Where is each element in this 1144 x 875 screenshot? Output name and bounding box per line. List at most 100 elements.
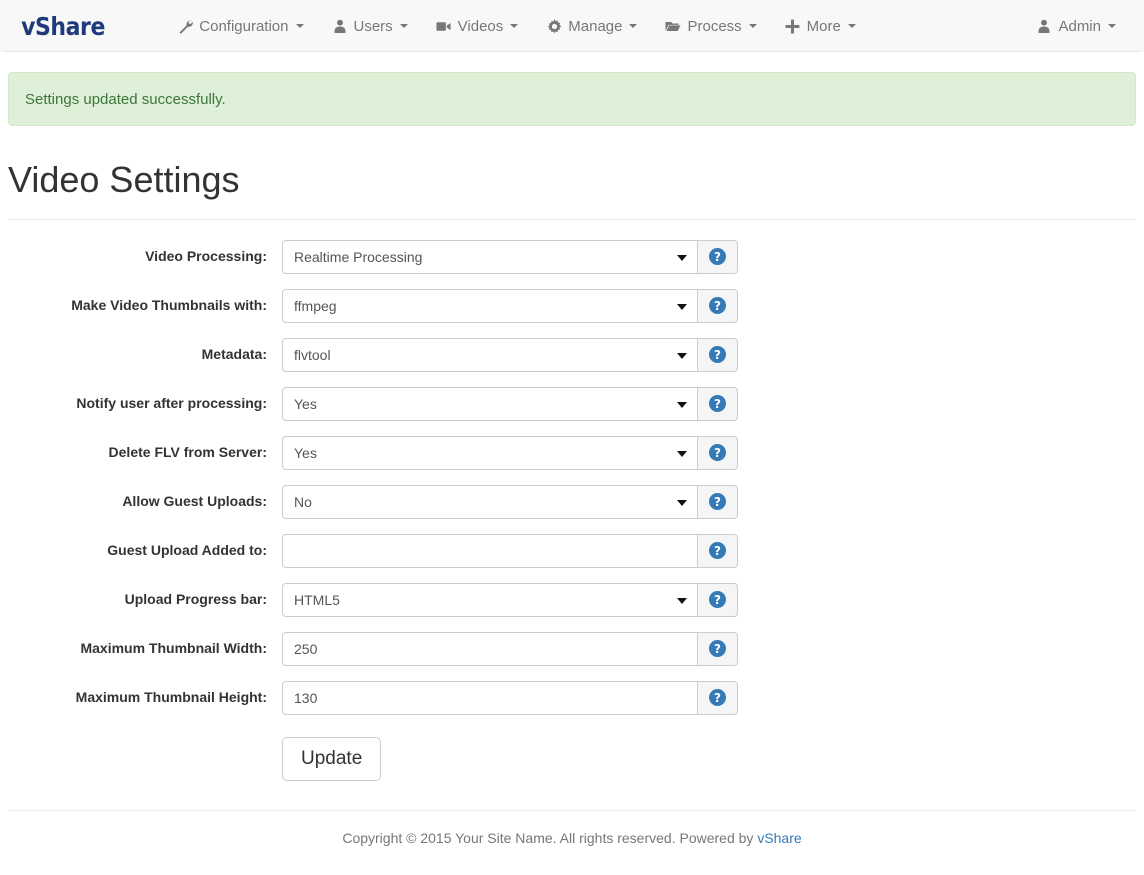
nav-item-label: Admin	[1058, 17, 1101, 35]
chevron-down-icon	[295, 24, 304, 28]
nav-item-label: Manage	[568, 17, 623, 35]
video-settings-form: Video Processing: Realtime Processing? Mak…	[0, 239, 1144, 781]
select-upload-progress-bar[interactable]: HTML5	[282, 582, 698, 617]
alert-message: Settings updated successfully.	[25, 90, 226, 108]
help-button-delete-flv-from-server[interactable]: ?	[698, 435, 738, 470]
question-mark-icon: ?	[709, 640, 726, 658]
field-label-video-processing: Video Processing:	[145, 247, 267, 264]
nav-item-configuration[interactable]: Configuration	[163, 0, 317, 52]
select-allow-guest-uploads[interactable]: No	[282, 484, 698, 519]
question-mark-icon: ?	[709, 591, 726, 609]
input-group-metadata: flvtool?	[282, 337, 738, 372]
chevron-down-icon	[629, 24, 638, 28]
field-label-upload-progress-bar: Upload Progress bar:	[124, 590, 267, 607]
text-input-guest-upload-added-to[interactable]	[282, 533, 698, 568]
page-header: Video Settings	[8, 160, 1136, 220]
gear-icon	[546, 18, 562, 34]
form-actions: Update	[0, 736, 1144, 781]
navbar-right: Admin	[1022, 0, 1144, 51]
chevron-down-icon	[399, 24, 408, 28]
navbar-items: Configuration Users Videos Manage Proces…	[163, 0, 870, 51]
help-button-upload-progress-bar[interactable]: ?	[698, 582, 738, 617]
user-icon	[1036, 18, 1052, 34]
input-group-make-video-thumbnails-with: ffmpeg?	[282, 288, 738, 323]
form-actions-spacer	[0, 737, 282, 781]
input-group-guest-upload-added-to: ?	[282, 533, 738, 568]
input-group-video-processing: Realtime Processing?	[282, 239, 738, 274]
question-mark-icon: ?	[709, 542, 726, 560]
nav-item-label: Configuration	[199, 17, 289, 35]
field-label-metadata: Metadata:	[201, 345, 267, 362]
select-make-video-thumbnails-with[interactable]: ffmpeg	[282, 288, 698, 323]
chevron-down-icon	[1108, 24, 1116, 28]
input-group-upload-progress-bar: HTML5?	[282, 582, 738, 617]
nav-item-label: Users	[353, 17, 393, 35]
input-group-delete-flv-from-server: Yes?	[282, 435, 738, 470]
text-input-maximum-thumbnail-height[interactable]: 130	[282, 680, 698, 715]
chevron-down-icon	[748, 24, 757, 28]
input-group-maximum-thumbnail-width: 250?	[282, 631, 738, 666]
nav-item-label: Process	[687, 17, 742, 35]
field-label-allow-guest-uploads: Allow Guest Uploads:	[122, 492, 267, 509]
update-button[interactable]: Update	[282, 736, 382, 781]
folder-open-icon	[665, 18, 681, 34]
video-camera-icon	[436, 18, 452, 34]
select-metadata[interactable]: flvtool	[282, 337, 698, 372]
nav-item-manage[interactable]: Manage	[532, 0, 651, 52]
chevron-down-icon	[847, 24, 856, 28]
field-label-maximum-thumbnail-height: Maximum Thumbnail Height:	[75, 688, 267, 705]
select-notify-user-after-processing[interactable]: Yes	[282, 386, 698, 421]
select-video-processing[interactable]: Realtime Processing	[282, 239, 698, 274]
nav-item-label: Videos	[457, 17, 504, 35]
form-row-maximum-thumbnail-height: Maximum Thumbnail Height: 130?	[0, 680, 1144, 715]
help-button-maximum-thumbnail-height[interactable]: ?	[698, 680, 738, 715]
question-mark-icon: ?	[709, 493, 726, 511]
form-row-metadata: Metadata: flvtool?	[0, 337, 1144, 372]
question-mark-icon: ?	[709, 346, 726, 364]
page-title: Video Settings	[8, 159, 240, 200]
text-input-maximum-thumbnail-width[interactable]: 250	[282, 631, 698, 666]
question-mark-icon: ?	[709, 248, 726, 266]
form-row-make-video-thumbnails-with: Make Video Thumbnails with: ffmpeg?	[0, 288, 1144, 323]
vshare-link[interactable]: vShare	[757, 830, 801, 846]
nav-item-admin[interactable]: Admin	[1022, 0, 1130, 52]
help-button-maximum-thumbnail-width[interactable]: ?	[698, 631, 738, 666]
copyright-text: Copyright © 2015 Your Site Name. All rig…	[342, 830, 758, 846]
form-row-maximum-thumbnail-width: Maximum Thumbnail Width: 250?	[0, 631, 1144, 666]
select-delete-flv-from-server[interactable]: Yes	[282, 435, 698, 470]
nav-item-more[interactable]: More	[771, 0, 870, 52]
form-row-notify-user-after-processing: Notify user after processing: Yes?	[0, 386, 1144, 421]
question-mark-icon: ?	[709, 444, 726, 462]
nav-item-users[interactable]: Users	[318, 0, 422, 52]
help-button-guest-upload-added-to[interactable]: ?	[698, 533, 738, 568]
input-group-notify-user-after-processing: Yes?	[282, 386, 738, 421]
field-label-make-video-thumbnails-with: Make Video Thumbnails with:	[71, 296, 267, 313]
brand-logo[interactable]: vShare	[0, 0, 121, 52]
page-footer: Copyright © 2015 Your Site Name. All rig…	[8, 810, 1136, 846]
main-navbar: vShare Configuration Users Videos Manage…	[0, 0, 1144, 52]
input-group-allow-guest-uploads: No?	[282, 484, 738, 519]
success-alert: Settings updated successfully.	[8, 72, 1136, 126]
plus-icon	[785, 18, 801, 34]
chevron-down-icon	[510, 24, 519, 28]
help-button-video-processing[interactable]: ?	[698, 239, 738, 274]
field-label-maximum-thumbnail-width: Maximum Thumbnail Width:	[80, 639, 267, 656]
form-row-video-processing: Video Processing: Realtime Processing?	[0, 239, 1144, 274]
help-button-make-video-thumbnails-with[interactable]: ?	[698, 288, 738, 323]
wrench-icon	[177, 18, 193, 34]
user-icon	[332, 18, 348, 34]
question-mark-icon: ?	[709, 689, 726, 707]
nav-item-videos[interactable]: Videos	[422, 0, 533, 52]
help-button-notify-user-after-processing[interactable]: ?	[698, 386, 738, 421]
help-button-metadata[interactable]: ?	[698, 337, 738, 372]
help-button-allow-guest-uploads[interactable]: ?	[698, 484, 738, 519]
form-row-guest-upload-added-to: Guest Upload Added to:?	[0, 533, 1144, 568]
field-label-notify-user-after-processing: Notify user after processing:	[76, 394, 267, 411]
form-row-upload-progress-bar: Upload Progress bar: HTML5?	[0, 582, 1144, 617]
question-mark-icon: ?	[709, 395, 726, 413]
question-mark-icon: ?	[709, 297, 726, 315]
nav-item-process[interactable]: Process	[651, 0, 770, 52]
form-row-allow-guest-uploads: Allow Guest Uploads: No?	[0, 484, 1144, 519]
nav-item-label: More	[806, 17, 841, 35]
field-label-guest-upload-added-to: Guest Upload Added to:	[107, 541, 267, 558]
